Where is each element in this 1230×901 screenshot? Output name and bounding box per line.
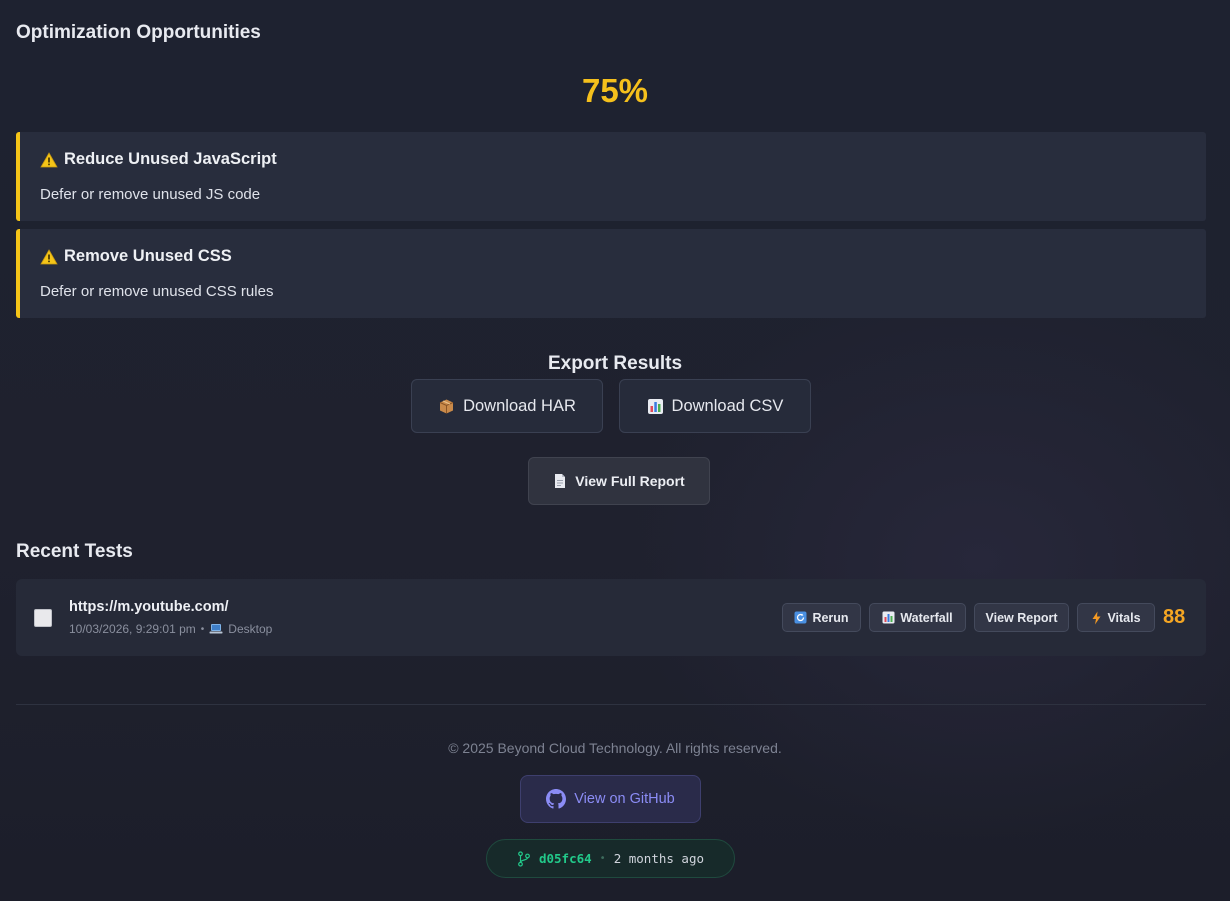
warning-icon: [40, 151, 58, 167]
download-har-button[interactable]: Download HAR: [411, 379, 603, 433]
bar-chart-icon: [882, 611, 895, 624]
view-report-button[interactable]: View Report: [974, 603, 1069, 632]
laptop-icon: [209, 624, 223, 634]
opportunity-card: Reduce Unused JavaScript Defer or remove…: [16, 132, 1206, 221]
view-on-github-button[interactable]: View on GitHub: [520, 775, 701, 823]
footer-divider: [16, 704, 1206, 705]
export-title: Export Results: [547, 353, 683, 374]
opportunity-title: Reduce Unused JavaScript: [64, 150, 277, 168]
download-csv-label: Download CSV: [671, 396, 784, 415]
waterfall-button[interactable]: Waterfall: [869, 603, 966, 632]
test-select-checkbox[interactable]: [34, 609, 52, 627]
commit-badge[interactable]: d05fc64 • 2 months ago: [486, 839, 735, 878]
document-icon: [555, 474, 566, 488]
test-timestamp: 10/03/2026, 9:29:01 pm: [69, 622, 196, 636]
optimization-score: 75%: [581, 72, 649, 109]
separator-dot: •: [200, 623, 205, 635]
github-icon: [546, 789, 567, 809]
optimization-title: Optimization Opportunities: [16, 22, 261, 43]
opportunity-header: Remove Unused CSS: [40, 247, 232, 266]
refresh-icon: [794, 611, 807, 624]
vitals-button[interactable]: Vitals: [1077, 603, 1155, 632]
bar-chart-icon: [647, 398, 663, 414]
opportunity-description: Defer or remove unused JS code: [40, 186, 261, 203]
commit-hash: d05fc64: [538, 851, 592, 866]
test-row: https://m.youtube.com/ 10/03/2026, 9:29:…: [16, 579, 1206, 656]
waterfall-label: Waterfall: [900, 610, 953, 625]
opportunity-title: Remove Unused CSS: [64, 247, 232, 265]
package-icon: [439, 399, 454, 413]
test-meta: 10/03/2026, 9:29:01 pm • Desktop: [69, 622, 272, 636]
test-score: 88: [1163, 606, 1186, 628]
test-device: Desktop: [228, 622, 273, 636]
vitals-label: Vitals: [1107, 610, 1141, 625]
view-full-report-label: View Full Report: [575, 473, 685, 489]
download-har-label: Download HAR: [463, 396, 576, 415]
lightning-icon: [1092, 611, 1101, 624]
opportunity-description: Defer or remove unused CSS rules: [40, 283, 274, 300]
test-url: https://m.youtube.com/: [69, 599, 229, 615]
commit-age: 2 months ago: [613, 851, 705, 866]
opportunity-card: Remove Unused CSS Defer or remove unused…: [16, 229, 1206, 318]
warning-icon: [40, 248, 58, 264]
opportunity-header: Reduce Unused JavaScript: [40, 150, 277, 169]
view-full-report-button[interactable]: View Full Report: [528, 457, 710, 505]
view-report-label: View Report: [985, 610, 1058, 625]
recent-tests-title: Recent Tests: [16, 541, 133, 562]
view-on-github-label: View on GitHub: [574, 791, 675, 807]
copyright-text: © 2025 Beyond Cloud Technology. All righ…: [448, 740, 782, 756]
separator-dot: •: [599, 853, 606, 864]
rerun-label: Rerun: [812, 610, 849, 625]
download-csv-button[interactable]: Download CSV: [619, 379, 811, 433]
git-branch-icon: [518, 850, 530, 867]
rerun-button[interactable]: Rerun: [782, 603, 861, 632]
